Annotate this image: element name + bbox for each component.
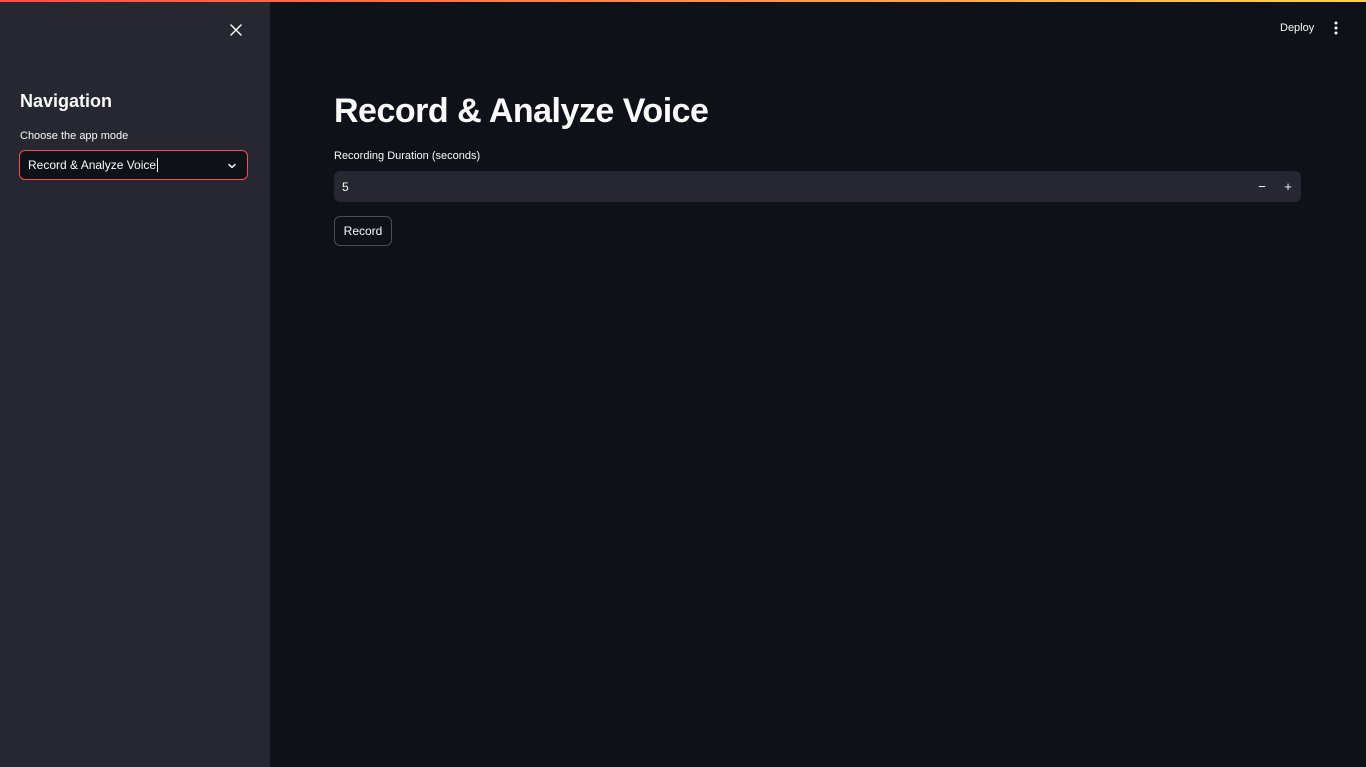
recording-duration-input: 5 − +	[334, 171, 1301, 202]
app-mode-select-value: Record & Analyze Voice	[28, 158, 157, 172]
decrement-button[interactable]: −	[1250, 174, 1274, 199]
close-sidebar-button[interactable]	[226, 20, 246, 40]
app-mode-select[interactable]: Record & Analyze Voice	[19, 150, 248, 180]
main-menu-button[interactable]	[1326, 18, 1346, 38]
text-cursor	[157, 158, 159, 172]
sidebar: Navigation Choose the app mode Record & …	[0, 0, 270, 767]
more-vertical-icon	[1334, 21, 1338, 35]
increment-button[interactable]: +	[1276, 174, 1300, 199]
recording-duration-label: Recording Duration (seconds)	[334, 150, 481, 162]
close-icon	[230, 24, 242, 36]
chevron-down-icon	[228, 163, 236, 169]
sidebar-title: Navigation	[20, 91, 113, 111]
app-mode-label: Choose the app mode	[20, 130, 129, 142]
deploy-button[interactable]: Deploy	[1270, 18, 1324, 38]
top-decoration-bar	[0, 0, 1366, 2]
recording-duration-value[interactable]: 5	[342, 171, 349, 202]
record-button[interactable]: Record	[334, 216, 392, 246]
page-title: Record & Analyze Voice	[334, 92, 709, 130]
